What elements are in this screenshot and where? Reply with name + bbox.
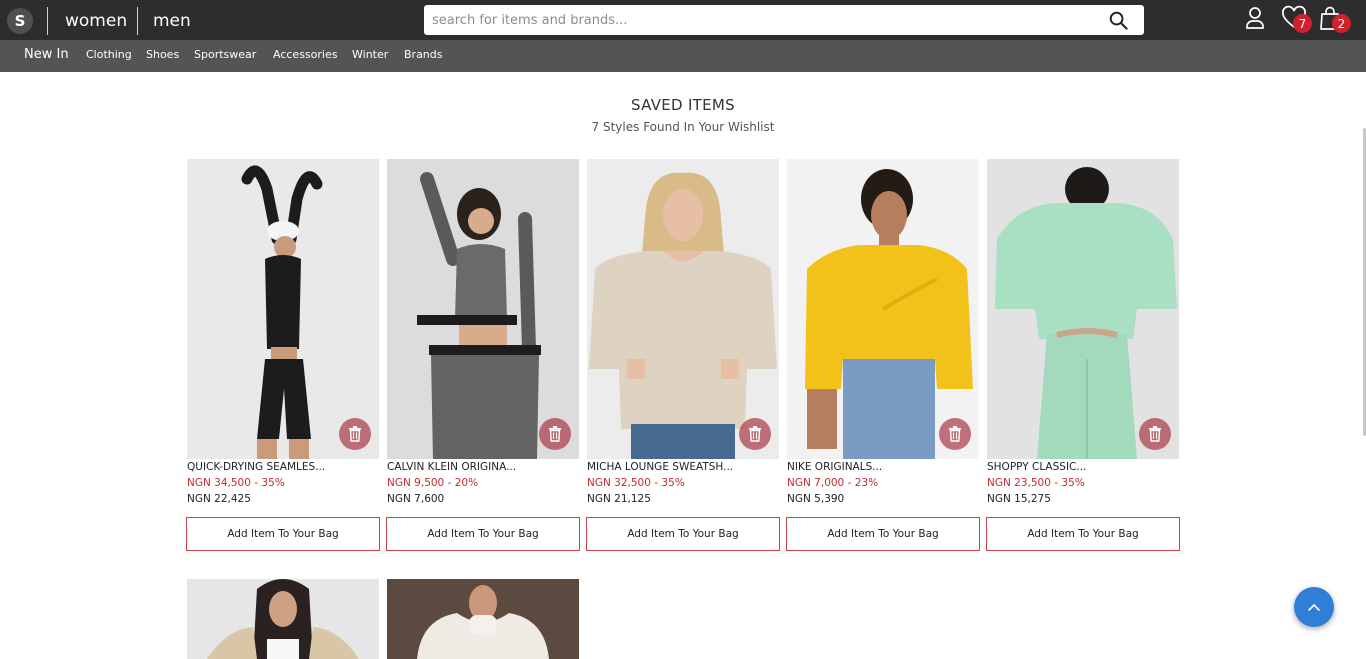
wishlist-count-text: 7 Styles Found In Your Wishlist [591, 120, 775, 134]
divider [137, 7, 138, 35]
remove-item-button[interactable] [739, 418, 771, 450]
product-name[interactable]: QUICK-DRYING SEAMLES... [187, 461, 379, 477]
sale-price: NGN 15,275 [987, 493, 1051, 505]
add-to-bag-button[interactable]: Add Item To Your Bag [186, 517, 380, 551]
nav-shoes[interactable]: Shoes [146, 48, 179, 61]
product-card: NIKE ORIGINALS... NGN 7,000 - 23% NGN 5,… [786, 159, 980, 551]
product-name[interactable]: NIKE ORIGINALS... [787, 461, 979, 477]
original-price: NGN 32,500 - 35% [587, 477, 685, 489]
original-price: NGN 23,500 - 35% [987, 477, 1085, 489]
nav-new-in[interactable]: New In [24, 47, 69, 62]
product-card: CALVIN KLEIN ORIGINA... NGN 9,500 - 20% … [386, 159, 580, 551]
search-bar [424, 5, 1144, 35]
product-image[interactable] [387, 579, 579, 659]
original-price: NGN 34,500 - 35% [187, 477, 285, 489]
wishlist-count-badge: 7 [1293, 14, 1312, 33]
trash-icon [749, 426, 761, 442]
remove-item-button[interactable] [539, 418, 571, 450]
product-name[interactable]: SHOPPY CLASSIC... [987, 461, 1179, 477]
page-title: SAVED ITEMS [631, 96, 735, 114]
product-image[interactable] [787, 159, 979, 459]
product-card: MICHA LOUNGE SWEATSH... NGN 32,500 - 35%… [586, 159, 780, 551]
account-icon[interactable] [1243, 5, 1269, 31]
site-logo[interactable]: S [7, 8, 33, 34]
original-price: NGN 9,500 - 20% [387, 477, 479, 489]
original-price: NGN 7,000 - 23% [787, 477, 879, 489]
search-input[interactable] [424, 5, 1084, 35]
product-image[interactable] [187, 579, 379, 659]
add-to-bag-button[interactable]: Add Item To Your Bag [986, 517, 1180, 551]
product-image[interactable] [387, 159, 579, 459]
trash-icon [549, 426, 561, 442]
remove-item-button[interactable] [939, 418, 971, 450]
product-name[interactable]: MICHA LOUNGE SWEATSH... [587, 461, 779, 477]
trash-icon [949, 426, 961, 442]
nav-sportswear[interactable]: Sportswear [194, 48, 256, 61]
add-to-bag-button[interactable]: Add Item To Your Bag [786, 517, 980, 551]
product-card: QUICK-DRYING SEAMLES... NGN 34,500 - 35%… [186, 159, 380, 551]
product-image[interactable] [987, 159, 1179, 459]
add-to-bag-button[interactable]: Add Item To Your Bag [586, 517, 780, 551]
nav-winter[interactable]: Winter [352, 48, 388, 61]
product-card: SHOPPY CLASSIC... NGN 23,500 - 35% NGN 1… [986, 159, 1180, 551]
nav-clothing[interactable]: Clothing [86, 48, 132, 61]
product-name[interactable]: CALVIN KLEIN ORIGINA... [387, 461, 579, 477]
add-to-bag-button[interactable]: Add Item To Your Bag [386, 517, 580, 551]
search-icon[interactable] [1109, 11, 1128, 30]
product-image[interactable] [587, 159, 779, 459]
divider [47, 7, 48, 35]
sale-price: NGN 21,125 [587, 493, 651, 505]
women-link[interactable]: women [65, 11, 127, 31]
nav-accessories[interactable]: Accessories [273, 48, 337, 61]
sale-price: NGN 5,390 [787, 493, 845, 505]
chevron-up-icon [1308, 603, 1320, 611]
remove-item-button[interactable] [1139, 418, 1171, 450]
trash-icon [1149, 426, 1161, 442]
nav-brands[interactable]: Brands [404, 48, 443, 61]
bag-count-badge: 2 [1332, 14, 1351, 33]
remove-item-button[interactable] [339, 418, 371, 450]
top-bar: S women men 7 2 [0, 0, 1366, 40]
men-link[interactable]: men [153, 11, 191, 31]
sale-price: NGN 22,425 [187, 493, 251, 505]
product-image[interactable] [187, 159, 379, 459]
category-nav: New In Clothing Shoes Sportswear Accesso… [0, 40, 1366, 72]
trash-icon [349, 426, 361, 442]
sale-price: NGN 7,600 [387, 493, 445, 505]
scroll-to-top-button[interactable] [1294, 587, 1334, 627]
